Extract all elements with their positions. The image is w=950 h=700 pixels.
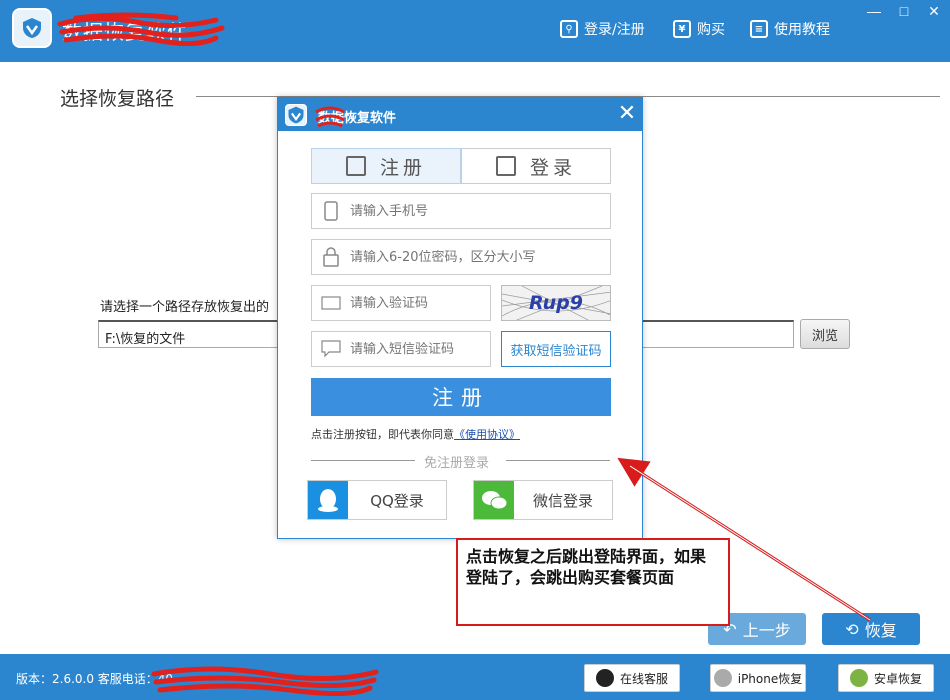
captcha-icon: [312, 286, 350, 320]
app-title: 数据恢复软件: [62, 20, 188, 44]
divider-right: [506, 460, 610, 461]
message-icon: [312, 332, 350, 366]
divider-text: 免注册登录: [424, 456, 490, 471]
register-button[interactable]: 注册: [311, 378, 611, 416]
qq-icon: [595, 669, 614, 687]
agreement-text: 点击注册按钮，即代表你同意《使用协议》: [311, 428, 520, 441]
captcha-input[interactable]: [350, 295, 480, 311]
dialog-close-button[interactable]: ✕: [616, 100, 638, 126]
get-sms-code-button[interactable]: 获取短信验证码: [501, 331, 611, 367]
dialog-header: 数据恢复软件 ✕: [278, 98, 642, 131]
edit-icon: [345, 156, 366, 176]
buy-link[interactable]: ¥ 购买: [673, 18, 725, 40]
phone-field[interactable]: [311, 193, 611, 229]
password-field[interactable]: [311, 239, 611, 275]
close-button[interactable]: ✕: [918, 0, 950, 22]
wechat-icon: [474, 481, 514, 519]
online-service-button[interactable]: 在线客服: [584, 664, 680, 692]
login-icon: [495, 156, 516, 176]
iphone-recovery-button[interactable]: iPhone恢复: [710, 664, 806, 692]
apple-icon: [713, 669, 732, 687]
phone-icon: [312, 194, 350, 228]
section-title: 选择恢复路径: [60, 88, 175, 110]
password-input[interactable]: [350, 249, 590, 265]
footer-bar: 版本：2.6.0.0 客服电话：40 在线客服 iPhone恢复 安卓恢复: [0, 654, 950, 700]
recover-button[interactable]: ⟲ 恢复: [822, 613, 920, 645]
sms-field[interactable]: [311, 331, 491, 367]
book-icon: ≡: [750, 20, 768, 38]
captcha-image[interactable]: Rup9: [501, 285, 611, 321]
app-logo-icon: [12, 8, 52, 48]
browse-button[interactable]: 浏览: [800, 319, 850, 349]
phone-input[interactable]: [350, 203, 590, 219]
sms-input[interactable]: [350, 341, 480, 357]
agreement-link[interactable]: 《使用协议》: [454, 428, 520, 441]
divider-left: [311, 460, 415, 461]
qq-login-button[interactable]: QQ登录: [307, 480, 447, 520]
android-icon: [849, 669, 868, 687]
maximize-button[interactable]: □: [888, 0, 920, 22]
annotation-callout: 点击恢复之后跳出登陆界面，如果登陆了，会跳出购买套餐页面: [456, 538, 730, 626]
title-bar: 数据恢复软件 ⚲ 登录/注册 ¥ 购买 ≡ 使用教程 — □ ✕: [0, 0, 950, 62]
refresh-icon: ⟲: [845, 619, 859, 639]
login-dialog: 数据恢复软件 ✕ 注册 登录 Rup9: [277, 97, 643, 539]
yen-icon: ¥: [673, 20, 691, 38]
wechat-login-button[interactable]: 微信登录: [473, 480, 613, 520]
tutorial-link[interactable]: ≡ 使用教程: [750, 18, 830, 40]
lock-icon: [312, 240, 350, 274]
captcha-field[interactable]: [311, 285, 491, 321]
android-recovery-button[interactable]: 安卓恢复: [838, 664, 934, 692]
redaction-scribble: [151, 666, 379, 696]
path-label: 请选择一个路径存放恢复出的: [100, 300, 270, 315]
dialog-logo-icon: [285, 104, 307, 126]
captcha-text: Rup9: [529, 292, 583, 314]
tab-login[interactable]: 登录: [461, 148, 611, 184]
user-key-icon: ⚲: [560, 20, 578, 38]
minimize-button[interactable]: —: [858, 0, 890, 22]
login-register-link[interactable]: ⚲ 登录/注册: [560, 18, 645, 40]
qq-icon: [308, 481, 348, 519]
tab-register[interactable]: 注册: [311, 148, 461, 184]
dialog-title: 数据恢复软件: [318, 111, 397, 126]
version-text: 版本：2.6.0.0 客服电话：40: [16, 672, 174, 686]
